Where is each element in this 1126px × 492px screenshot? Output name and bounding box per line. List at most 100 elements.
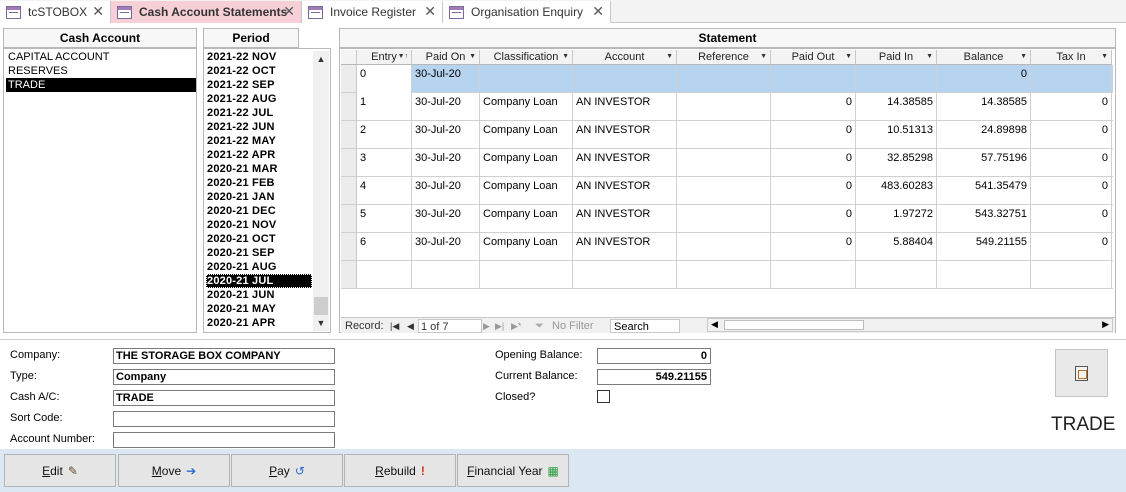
cell-balance[interactable] (937, 261, 1031, 289)
list-item[interactable]: RESERVES (6, 64, 196, 78)
move-button[interactable]: Move ➔ (118, 454, 230, 487)
list-item[interactable]: 2021-22 MAY (206, 134, 312, 148)
table-row[interactable]: 1 30-Jul-20 Company Loan AN INVESTOR 0 1… (341, 93, 1113, 121)
column-header-paid-in[interactable]: Paid In ▼ (856, 50, 937, 65)
cell-account[interactable]: AN INVESTOR (573, 93, 677, 121)
row-selector[interactable] (341, 65, 357, 93)
cell-classification[interactable]: Company Loan (480, 93, 573, 121)
cell-paid-on[interactable] (412, 261, 480, 289)
list-item[interactable]: 2020-21 FEB (206, 176, 312, 190)
table-row-new[interactable] (341, 261, 1113, 289)
prev-record-icon[interactable]: ◀ (407, 319, 414, 333)
cell-paid-in[interactable]: 10.51313 (856, 121, 937, 149)
cell-classification[interactable] (480, 65, 573, 93)
column-header-balance[interactable]: Balance ▼ (937, 50, 1031, 65)
list-item[interactable]: CAPITAL ACCOUNT (6, 50, 196, 64)
account-number-field[interactable] (113, 432, 335, 448)
cash-account-list[interactable]: CAPITAL ACCOUNT RESERVES TRADE (3, 48, 197, 333)
scroll-up-icon[interactable]: ▲ (313, 52, 329, 66)
cell-balance[interactable]: 543.32751 (937, 205, 1031, 233)
cell-account[interactable]: AN INVESTOR (573, 177, 677, 205)
column-header-account[interactable]: Account ▼ (573, 50, 677, 65)
list-item[interactable]: 2020-21 SEP (206, 246, 312, 260)
cell-entry[interactable]: 6 (357, 233, 412, 261)
current-balance-field[interactable]: 549.21155 (597, 369, 711, 385)
cell-balance[interactable]: 24.89898 (937, 121, 1031, 149)
cell-account[interactable]: AN INVESTOR (573, 233, 677, 261)
cell-paid-out[interactable]: 0 (771, 93, 856, 121)
cell-reference[interactable] (677, 205, 771, 233)
cell-paid-in[interactable] (856, 261, 937, 289)
cell-entry[interactable]: 0 (357, 65, 412, 93)
list-item[interactable]: 2021-22 SEP (206, 78, 312, 92)
list-item[interactable]: 2020-21 JUN (206, 288, 312, 302)
list-item[interactable]: 2020-21 MAY (206, 302, 312, 316)
cell-paid-on[interactable]: 30-Jul-20 (412, 177, 480, 205)
cell-entry[interactable] (357, 261, 412, 289)
tab-invoice-register[interactable]: Invoice Register ✕ (302, 1, 443, 23)
period-list[interactable]: 2021-22 NOV 2021-22 OCT 2021-22 SEP 2021… (203, 48, 331, 333)
grid-corner[interactable] (341, 50, 357, 65)
row-selector[interactable] (341, 93, 357, 121)
list-item[interactable]: 2021-22 OCT (206, 64, 312, 78)
scroll-thumb[interactable] (314, 297, 328, 315)
cell-classification[interactable]: Company Loan (480, 149, 573, 177)
table-row[interactable]: 5 30-Jul-20 Company Loan AN INVESTOR 0 1… (341, 205, 1113, 233)
list-item[interactable]: 2021-22 JUL (206, 106, 312, 120)
dropdown-arrow-icon[interactable]: ▼ (562, 50, 569, 64)
dropdown-arrow-icon[interactable]: ▼ (1020, 50, 1027, 64)
dropdown-arrow-icon[interactable]: ▼ (845, 50, 852, 64)
cell-paid-on[interactable]: 30-Jul-20 (412, 233, 480, 261)
cell-paid-out[interactable]: 0 (771, 149, 856, 177)
grid-horizontal-scrollbar[interactable]: ◀ ▶ (707, 318, 1113, 332)
report-button[interactable] (1055, 349, 1108, 397)
cell-paid-in[interactable]: 32.85298 (856, 149, 937, 177)
table-row[interactable]: 2 30-Jul-20 Company Loan AN INVESTOR 0 1… (341, 121, 1113, 149)
table-row[interactable]: 0 30-Jul-20 0 (341, 65, 1113, 93)
period-scrollbar[interactable]: ▲ ▼ (313, 51, 329, 331)
cell-tax-in[interactable]: 0 (1031, 233, 1112, 261)
sort-code-field[interactable] (113, 411, 335, 427)
cell-entry[interactable]: 5 (357, 205, 412, 233)
cell-balance[interactable]: 14.38585 (937, 93, 1031, 121)
scroll-left-icon[interactable]: ◀ (711, 319, 718, 330)
list-item[interactable]: 2020-21 OCT (206, 232, 312, 246)
cell-tax-in[interactable]: 0 (1031, 93, 1112, 121)
cell-balance[interactable]: 541.35479 (937, 177, 1031, 205)
cell-balance[interactable]: 57.75196 (937, 149, 1031, 177)
cell-paid-out[interactable]: 0 (771, 233, 856, 261)
tab-cash-account-statements[interactable]: Cash Account Statements ✕ (111, 1, 302, 23)
cell-paid-on[interactable]: 30-Jul-20 (412, 205, 480, 233)
cash-ac-field[interactable]: TRADE (113, 390, 335, 406)
last-record-icon[interactable]: ▶| (495, 319, 504, 333)
cell-paid-in[interactable]: 5.88404 (856, 233, 937, 261)
cell-balance[interactable]: 549.21155 (937, 233, 1031, 261)
dropdown-arrow-icon[interactable]: ▼ (926, 50, 933, 64)
cell-paid-on[interactable]: 30-Jul-20 (412, 93, 480, 121)
list-item[interactable]: 2021-22 APR (206, 148, 312, 162)
list-item[interactable]: 2020-21 NOV (206, 218, 312, 232)
cell-reference[interactable] (677, 233, 771, 261)
cell-paid-out[interactable]: 0 (771, 121, 856, 149)
dropdown-arrow-icon[interactable]: ▼ (760, 50, 767, 64)
cell-entry[interactable]: 4 (357, 177, 412, 205)
cell-classification[interactable]: Company Loan (480, 205, 573, 233)
rebuild-button[interactable]: Rebuild ! (344, 454, 456, 487)
column-header-reference[interactable]: Reference ▼ (677, 50, 771, 65)
filter-icon[interactable]: ⏷ (535, 319, 544, 333)
list-item-selected[interactable]: TRADE (6, 78, 196, 92)
row-selector[interactable] (341, 121, 357, 149)
cell-tax-in[interactable] (1031, 261, 1112, 289)
first-record-icon[interactable]: |◀ (390, 319, 399, 333)
close-icon[interactable]: ✕ (283, 3, 295, 20)
company-field[interactable]: THE STORAGE BOX COMPANY (113, 348, 335, 364)
cell-balance[interactable]: 0 (937, 65, 1031, 93)
record-number-input[interactable]: 1 of 7 (418, 319, 482, 333)
scroll-thumb[interactable] (724, 320, 864, 330)
dropdown-arrow-icon[interactable]: ▼ (666, 50, 673, 64)
cell-classification[interactable]: Company Loan (480, 233, 573, 261)
cell-reference[interactable] (677, 177, 771, 205)
closed-checkbox[interactable] (597, 390, 610, 403)
cell-account[interactable] (573, 261, 677, 289)
cell-entry[interactable]: 3 (357, 149, 412, 177)
